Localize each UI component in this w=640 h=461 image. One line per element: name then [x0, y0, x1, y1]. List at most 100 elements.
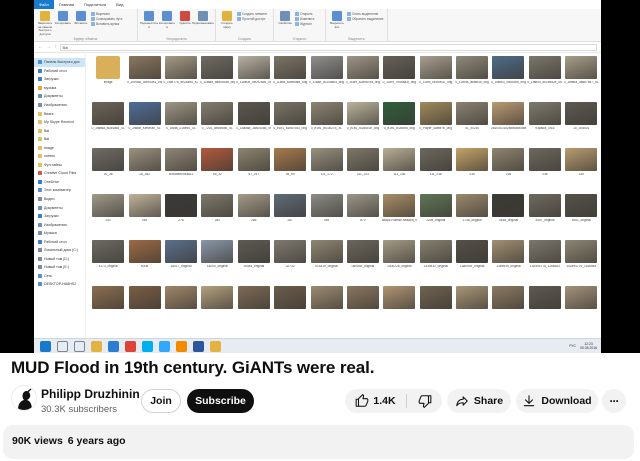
file-name: image — [103, 80, 113, 84]
file-item: image — [90, 56, 126, 102]
file-name: 239 — [578, 172, 584, 176]
file-row: image 0_10e5a2_dcf940a1_orig 0_1f5e778_5e2… — [90, 56, 599, 102]
image-thumbnail — [528, 148, 561, 171]
file-item — [308, 286, 344, 332]
small-command-label: Журнал — [300, 22, 312, 26]
file-item — [272, 286, 308, 332]
file-item: 241 — [90, 194, 126, 240]
file-item: 111_238 — [418, 148, 454, 194]
file-item: 0_1f6ab_216e50_XL — [163, 102, 199, 148]
nav-pane-item: Видео — [34, 195, 85, 204]
nav-pane-item-label: Bears — [44, 111, 54, 116]
folder-icon — [38, 60, 42, 65]
ribbon-group-label: Создать — [237, 37, 252, 41]
image-thumbnail — [528, 102, 561, 125]
file-name: 885pc-Human-headed_Winged_Bull — [381, 218, 417, 222]
image-thumbnail — [528, 240, 561, 263]
file-item: 0_118ae_a21c8a05_orig — [308, 56, 344, 102]
image-thumbnail — [492, 194, 525, 217]
ribbon-command-icon — [58, 11, 68, 21]
file-item: 20_36 — [90, 148, 126, 194]
file-item: 0_e1ff1_a1b87cd3_orig — [272, 102, 308, 148]
photoshop-icon — [159, 340, 170, 352]
file-item: 4173_original — [90, 240, 126, 286]
subscribe-button[interactable]: Subscribe — [187, 389, 254, 413]
image-thumbnail — [237, 102, 270, 125]
file-name: 0_e1ff1_fc2d5c1e_orig — [346, 126, 380, 130]
join-button[interactable]: Join — [141, 389, 181, 413]
file-name: 0_1fab63_0af30fd5_orig — [491, 80, 526, 84]
small-command-label: Простой доступ — [242, 17, 266, 21]
image-thumbnail — [565, 56, 598, 79]
file-name: 4173_original — [98, 264, 118, 268]
file-name: 246 — [141, 218, 148, 222]
small-command-icon — [237, 17, 241, 21]
upload-age: 6 years ago — [67, 435, 126, 447]
video-player[interactable]: Файл Главная Поделиться Вид Закрепить на па… — [0, 0, 640, 353]
image-thumbnail — [237, 286, 270, 309]
file-item: 19083_original — [236, 240, 272, 286]
image-thumbnail — [274, 240, 307, 263]
small-command-icon — [91, 22, 95, 26]
file-name: 0_7201_abc5f6b5_XL — [201, 126, 233, 130]
avatar-icon — [18, 388, 32, 410]
channel-name[interactable]: Philipp Druzhinin — [41, 387, 140, 401]
nav-pane-item: Bal — [34, 126, 85, 135]
download-button[interactable]: Download — [516, 389, 598, 413]
address-path: Bal — [59, 43, 597, 51]
ribbon-button: Вставить — [73, 11, 89, 26]
forward-arrow-icon: → — [46, 44, 51, 50]
image-thumbnail — [346, 102, 379, 125]
nav-pane-item-label: голень — [44, 154, 56, 159]
nav-pane-item-label: Загрузки — [44, 77, 59, 82]
nav-pane-item: Рабочий стол — [34, 67, 85, 76]
image-thumbnail — [565, 286, 598, 309]
description-box[interactable]: 90K views 6 years ago — [3, 425, 634, 459]
file-item: 246 — [126, 194, 162, 240]
ribbon-button-label: Выделить все — [330, 21, 344, 29]
ribbon-button: Копировать в — [159, 11, 175, 29]
ribbon-small-command: Вырезать — [91, 12, 122, 16]
channel-avatar[interactable] — [11, 385, 37, 411]
file-name: 19083_original — [243, 264, 265, 268]
file-name: 0_1fab63_8c1e6d2e_orig — [527, 80, 563, 84]
image-thumbnail — [456, 194, 489, 217]
more-actions-button[interactable]: ··· — [602, 389, 626, 413]
file-item: 285 — [236, 194, 272, 240]
file-item: 289 — [308, 194, 344, 240]
file-item: 0_118ba_83ebbaf8_orig — [272, 56, 308, 102]
subscriber-count: 30.3K subscribers — [41, 404, 118, 415]
nav-pane-item: Музыка — [34, 229, 85, 238]
folder-icon — [38, 239, 42, 244]
image-thumbnail — [456, 148, 489, 171]
file-row: 241 246 276 282 285 287 289 872 885pc-Human-head… — [90, 194, 599, 240]
dislike-button[interactable] — [407, 389, 442, 413]
file-item: 282 — [199, 194, 235, 240]
image-thumbnail — [346, 56, 379, 79]
folder-icon — [38, 231, 42, 236]
share-button[interactable]: Share — [447, 389, 511, 413]
explorer-icon — [91, 340, 102, 352]
file-item — [418, 286, 454, 332]
file-item: 0_1fab63_8c1e6d2e_orig — [527, 56, 563, 102]
nav-pane-item-label: Изображения — [44, 103, 67, 107]
image-thumbnail — [92, 240, 125, 263]
file-name: 1298_original — [426, 218, 446, 222]
media-icon — [176, 340, 187, 352]
file-name: 111_236 — [393, 172, 406, 176]
like-button[interactable]: 1.4K — [345, 389, 406, 413]
file-item: 1339532_original — [418, 240, 454, 286]
folder-icon — [38, 162, 42, 167]
file-name: 282 — [214, 218, 221, 222]
file-item: 152494776_1166584 — [563, 240, 599, 286]
file-name: 2738_original — [462, 218, 482, 222]
file-item: 93pauls_0f16 — [527, 102, 563, 148]
folder-icon — [38, 205, 42, 210]
file-name: 0_15ada8_3a4040a5_orig — [236, 126, 272, 130]
thumbs-up-icon — [356, 394, 369, 407]
ribbon-small-commands: Открыть Изменить Журнал — [295, 11, 314, 26]
nav-pane-item: голень — [34, 152, 85, 161]
file-item: 239 — [563, 148, 599, 194]
image-thumbnail — [565, 240, 598, 263]
nav-pane-item-label: Изображения — [44, 222, 67, 227]
